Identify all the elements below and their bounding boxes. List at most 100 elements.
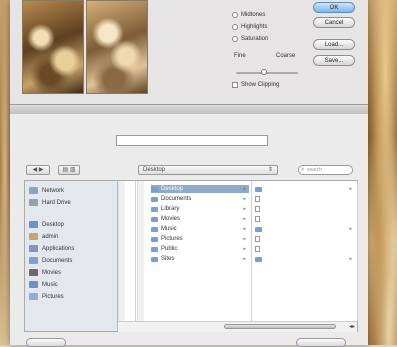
music-icon [29,281,38,288]
document-icon [255,206,260,212]
home-icon [29,233,38,240]
disclosure-arrow-icon: ▸ [243,256,246,262]
save-button[interactable]: Save... [313,55,355,66]
column-2-row[interactable]: Movies ▸ [151,215,249,223]
desktop-icon [29,221,38,228]
column-1 [130,181,136,321]
column-3-row[interactable] [255,195,355,203]
document-icon [255,196,260,202]
show-clipping-checkbox[interactable]: Show Clipping [232,82,279,88]
row-label: Movies [161,216,181,222]
fine-label: Fine [234,53,246,59]
hard-drive-icon [29,199,38,206]
background-photo-left [0,0,10,345]
new-folder-button[interactable] [26,338,66,347]
folder-icon [151,216,158,222]
row-label: Desktop [161,186,184,192]
sidebar-item-music[interactable]: Music [29,281,58,288]
folder-icon [255,256,262,262]
document-icon [255,236,260,242]
column-2-row[interactable]: Desktop ▸ [151,185,249,193]
radio-icon [232,12,238,18]
sidebar-item-hard-drive[interactable]: Hard Drive [29,199,71,206]
column-3: ▸ ▸ ▸ [253,181,358,321]
sidebar-item-admin[interactable]: admin [29,233,58,240]
network-icon [29,187,38,194]
column-scrollbar[interactable] [118,181,125,331]
disclosure-arrow-icon: ▸ [349,226,352,232]
column-3-row[interactable]: ▸ [255,225,355,233]
search-icon: ⌕ [301,167,305,173]
chevron-down-icon: ⇕ [267,167,273,173]
radio-icon [232,24,238,30]
folder-icon [151,186,158,192]
scroll-thumb[interactable] [224,324,336,329]
search-input[interactable]: ⌕ search [298,165,353,175]
row-label: Library [161,206,180,212]
column-scrollbar[interactable] [137,181,144,331]
checkbox-icon [232,82,238,88]
column-3-row[interactable]: ▸ [255,255,355,263]
option-midtones[interactable]: Midtones [232,12,265,18]
column-3-row[interactable] [255,245,355,253]
column-2-row[interactable]: Sites ▸ [151,255,249,263]
sidebar-item-pictures[interactable]: Pictures [29,293,64,300]
applications-icon [29,245,38,252]
sidebar-item-movies[interactable]: Movies [29,269,61,276]
column-3-row[interactable] [255,235,355,243]
current-pick-thumbnail [86,0,148,94]
row-label: Pictures [161,236,183,242]
folder-icon [255,226,262,232]
disclosure-arrow-icon: ▸ [243,196,246,202]
disclosure-arrow-icon: ▸ [243,226,246,232]
load-button[interactable]: Load... [313,39,355,50]
disclosure-arrow-icon: ▸ [349,186,352,192]
disclosure-arrow-icon: ▸ [243,236,246,242]
documents-icon [29,257,38,264]
option-saturation[interactable]: Saturation [232,36,268,42]
preview-panel: Midtones Highlights Saturation Fine Coar… [10,0,368,105]
column-2-row[interactable]: Documents ▸ [151,195,249,203]
folder-icon [151,226,158,232]
movies-icon [29,269,38,276]
save-as-field[interactable] [116,135,268,146]
confirm-button[interactable] [296,338,346,347]
slider-thumb[interactable] [261,69,267,75]
row-label: Sites [161,256,175,262]
background-photo-right [368,0,397,345]
column-2-row[interactable]: Pictures ▸ [151,235,249,243]
folder-icon [151,196,158,202]
ok-button[interactable]: OK [313,2,355,13]
disclosure-arrow-icon: ▸ [349,256,352,262]
column-3-row[interactable]: ▸ [255,185,355,193]
sidebar-item-applications[interactable]: Applications [29,245,74,252]
disclosure-arrow-icon: ▸ [243,186,246,192]
row-label: Documents [161,196,192,202]
option-highlights[interactable]: Highlights [232,24,267,30]
back-forward-buttons[interactable]: ◀ ▶ [26,165,50,175]
column-2: Desktop ▸ Documents ▸ Library ▸ Movies ▸ Music ▸ P… [149,181,252,321]
scroll-arrows-icon[interactable]: ◂▸ [349,323,355,330]
cancel-button[interactable]: Cancel [313,17,355,28]
sidebar-item-network[interactable]: Network [29,187,64,194]
column-2-row[interactable]: Library ▸ [151,205,249,213]
folder-icon [151,236,158,242]
row-label: Public [161,246,178,252]
pictures-icon [29,293,38,300]
fine-coarse-slider[interactable] [236,72,298,74]
sidebar-item-desktop[interactable]: Desktop [29,221,64,228]
disclosure-arrow-icon: ▸ [243,246,246,252]
column-3-row[interactable] [255,205,355,213]
location-popup[interactable]: Desktop ⇕ [138,165,278,175]
sidebar: Network Hard Drive Desktop admin Applica… [25,181,118,331]
view-mode-buttons[interactable]: ▤ ▥ [58,165,80,175]
variations-dialog: Midtones Highlights Saturation Fine Coar… [10,0,368,347]
original-thumbnail [22,0,84,94]
column-2-row[interactable]: Public ▸ [151,245,249,253]
folder-icon [255,186,262,192]
column-2-row[interactable]: Music ▸ [151,225,249,233]
sidebar-item-documents[interactable]: Documents [29,257,72,264]
column-3-row[interactable] [255,215,355,223]
disclosure-arrow-icon: ▸ [243,216,246,222]
horizontal-scrollbar[interactable]: ◂▸ [118,321,357,332]
